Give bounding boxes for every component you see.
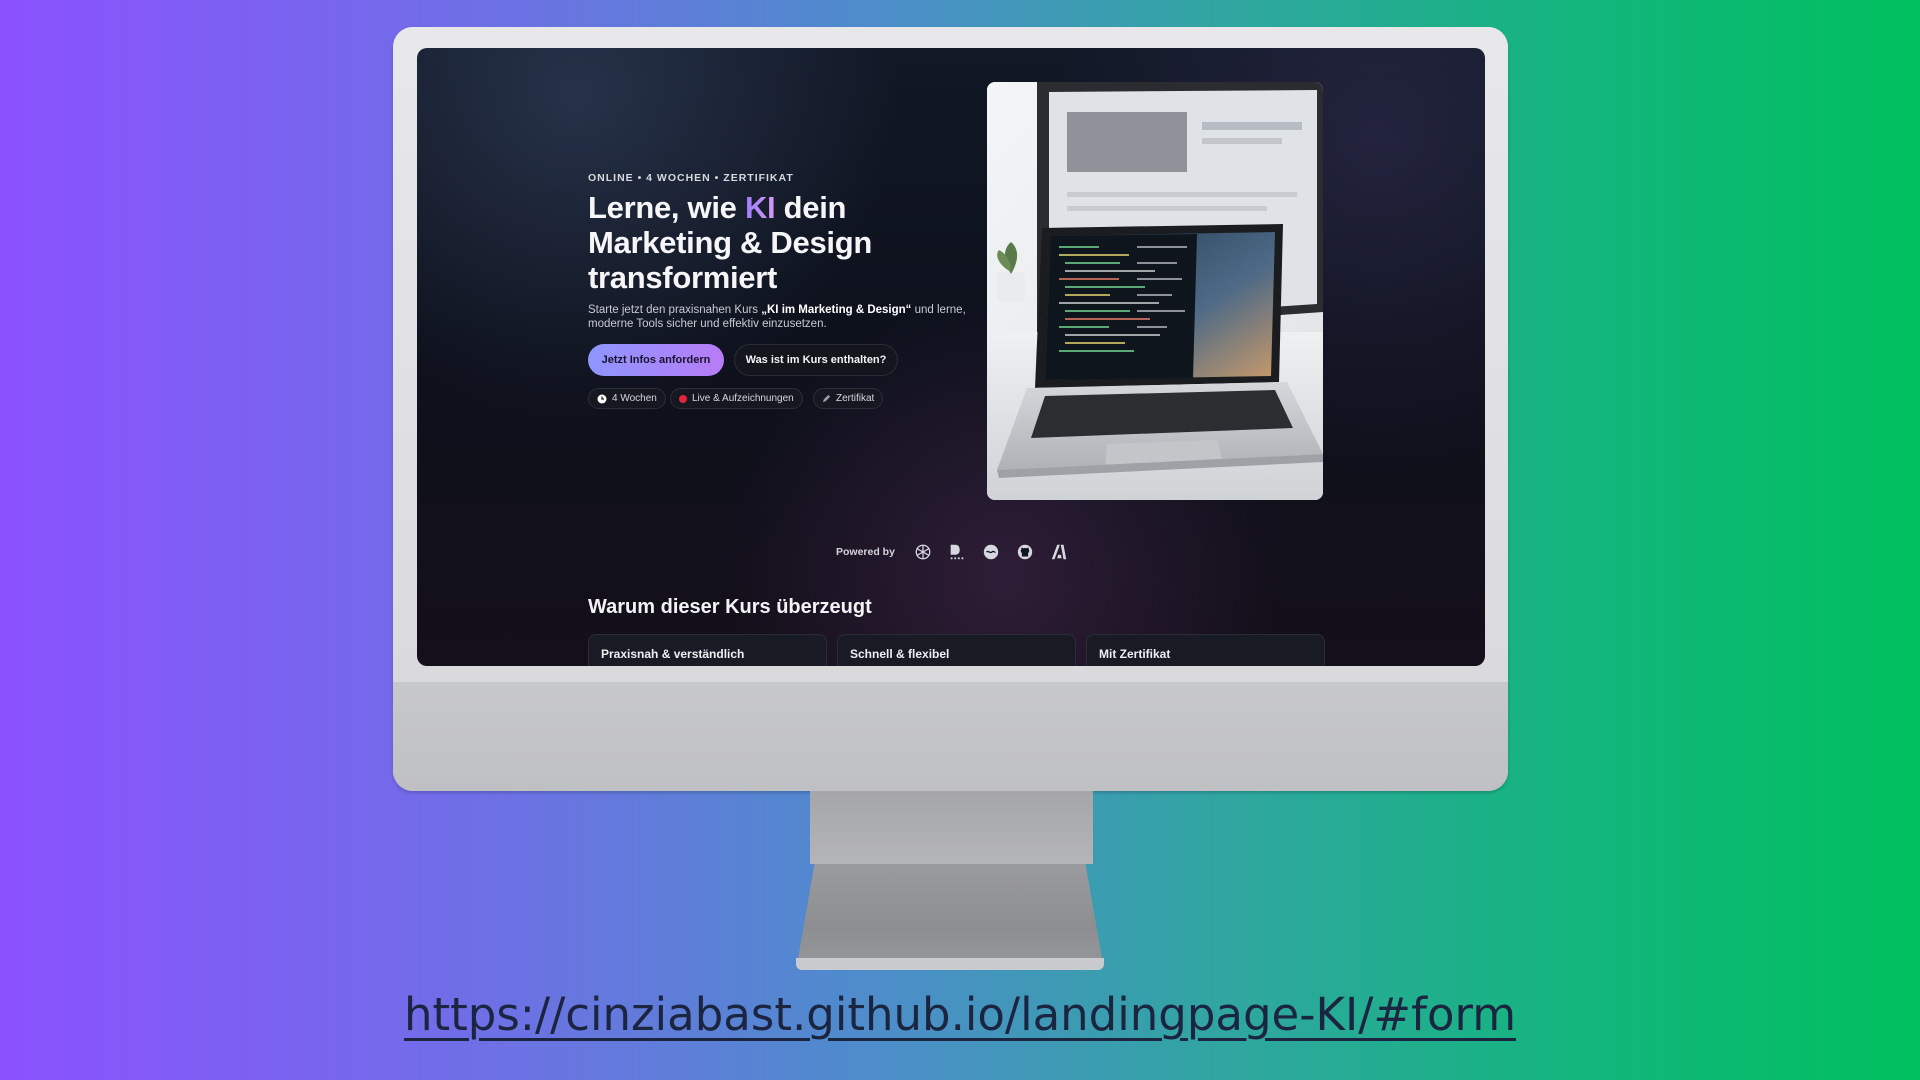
- monitor-stand-neck: [810, 791, 1093, 864]
- landing-page-screen: ONLINE • 4 WOCHEN • ZERTIFIKAT Lerne, wi…: [417, 48, 1485, 666]
- chip-duration: 4 Wochen: [588, 388, 666, 409]
- feature-card: Schnell & flexibel: [837, 634, 1076, 666]
- record-icon: [679, 394, 687, 403]
- hero-headline: Lerne, wie KI dein Marketing & Design tr…: [588, 190, 948, 295]
- monitor-stand-foot: [796, 864, 1104, 970]
- hero-laptop-image: [987, 82, 1323, 500]
- powered-by-label: Powered by: [836, 546, 895, 558]
- monitor-stand-foot-edge: [796, 958, 1104, 970]
- feature-card: Praxisnah & verständlich: [588, 634, 827, 666]
- chip-live-label: Live & Aufzeichnungen: [692, 393, 794, 404]
- monitor-chin: [393, 682, 1508, 791]
- headline-part1: Lerne, wie: [588, 190, 745, 225]
- clock-icon: [597, 394, 607, 404]
- chip-duration-label: 4 Wochen: [612, 393, 657, 404]
- headline-accent: KI: [744, 190, 776, 225]
- chip-certificate: Zertifikat: [813, 388, 884, 409]
- landing-page-url-link[interactable]: https://cinziabast.github.io/landingpage…: [0, 988, 1920, 1041]
- hero-eyebrow: ONLINE • 4 WOCHEN • ZERTIFIKAT: [588, 172, 794, 184]
- chip-certificate-label: Zertifikat: [836, 393, 875, 404]
- hero-lead: Starte jetzt den praxisnahen Kurs „KI im…: [588, 303, 968, 331]
- github-logo-icon: [1015, 542, 1035, 562]
- dalle-logo-icon: [947, 542, 967, 562]
- pen-icon: [822, 394, 831, 403]
- section-title: Warum dieser Kurs überzeugt: [588, 596, 872, 618]
- powered-by-bar: Powered by: [836, 542, 1069, 562]
- feature-card: Mit Zertifikat: [1086, 634, 1325, 666]
- lead-part1: Starte jetzt den praxisnahen Kurs: [588, 304, 762, 316]
- adobe-logo-icon: [1049, 542, 1069, 562]
- chip-live: Live & Aufzeichnungen: [670, 388, 803, 409]
- canva-logo-icon: [981, 542, 1001, 562]
- lead-course-name: „KI im Marketing & Design“: [761, 304, 912, 316]
- openai-logo-icon: [913, 542, 933, 562]
- course-contents-button[interactable]: Was ist im Kurs enthalten?: [734, 344, 898, 376]
- request-info-button[interactable]: Jetzt Infos anfordern: [588, 344, 724, 376]
